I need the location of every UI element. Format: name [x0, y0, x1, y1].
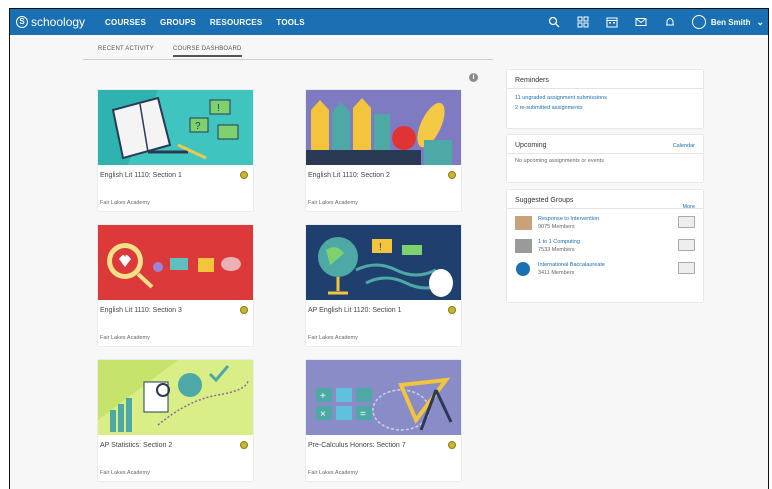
course-image: + × =: [306, 360, 461, 435]
course-card[interactable]: English Lit 1110: Section 2 Fair Lakes A…: [306, 90, 461, 211]
nav-courses[interactable]: COURSES: [105, 18, 146, 27]
svg-text:+: +: [320, 391, 326, 402]
svg-text:!: !: [217, 103, 220, 114]
course-card[interactable]: ! AP English Lit 1120: Section 1 Fair La…: [306, 225, 461, 346]
course-card[interactable]: + × = Pre-Calculus Honors: Section 7 Fai…: [306, 360, 461, 481]
logo-icon: S: [16, 16, 28, 28]
upcoming-empty-text: No upcoming assignments or events: [515, 158, 604, 164]
group-image: [515, 216, 532, 230]
course-card[interactable]: AP Statistics: Section 2 Fair Lakes Acad…: [98, 360, 253, 481]
course-school: Fair Lakes Academy: [308, 335, 358, 341]
course-badge-icon: [448, 306, 456, 314]
course-badge-icon: [240, 441, 248, 449]
nav-groups[interactable]: GROUPS: [160, 18, 196, 27]
course-image: [306, 90, 461, 165]
group-name-link[interactable]: International Baccalaureate: [538, 262, 605, 268]
course-badge-icon: [448, 171, 456, 179]
more-groups-link[interactable]: More: [682, 204, 695, 210]
course-title[interactable]: English Lit 1110: Section 3: [100, 307, 182, 314]
course-image: ? !: [98, 90, 253, 165]
course-image: [98, 360, 253, 435]
course-badge-icon: [240, 306, 248, 314]
reminder-resubmitted-link[interactable]: 2 re-submitted assignments: [507, 103, 703, 113]
course-badge-icon: [448, 441, 456, 449]
header-actions: Ben Smith ⌄: [547, 9, 768, 35]
group-image: [515, 239, 532, 253]
course-badge-icon: [240, 171, 248, 179]
browser-frame: S schoology COURSES GROUPS RESOURCES TOO…: [9, 8, 769, 489]
user-menu[interactable]: Ben Smith ⌄: [691, 15, 764, 29]
top-nav-bar: S schoology COURSES GROUPS RESOURCES TOO…: [10, 9, 768, 35]
reminders-panel: Reminders 11 ungraded assignment submiss…: [507, 70, 703, 128]
group-image: [516, 262, 530, 276]
group-name-link[interactable]: Response to Intervention: [538, 216, 599, 222]
tab-course-dashboard[interactable]: COURSE DASHBOARD: [173, 46, 242, 57]
course-image: !: [306, 225, 461, 300]
reminders-title: Reminders: [507, 70, 703, 89]
upcoming-panel: Upcoming Calendar No upcoming assignment…: [507, 135, 703, 182]
group-item: Response to Intervention 9075 Members: [507, 213, 703, 236]
group-members: 3411 Members: [538, 270, 575, 276]
nav-resources[interactable]: RESOURCES: [210, 18, 262, 27]
group-members: 7533 Members: [538, 247, 575, 253]
reminder-ungraded-link[interactable]: 11 ungraded assignment submissions: [507, 93, 703, 103]
course-school: Fair Lakes Academy: [100, 200, 150, 206]
join-group-button[interactable]: [678, 262, 695, 274]
suggested-groups-panel: Suggested Groups More Response to Interv…: [507, 190, 703, 302]
schoology-logo[interactable]: S schoology: [16, 15, 85, 29]
course-school: Fair Lakes Academy: [308, 470, 358, 476]
search-icon[interactable]: [547, 15, 561, 29]
join-group-button[interactable]: [678, 216, 695, 228]
dashboard-tabs: RECENT ACTIVITY COURSE DASHBOARD: [83, 43, 493, 60]
group-item: 1 to 1 Computing 7533 Members: [507, 236, 703, 259]
course-title[interactable]: AP English Lit 1120: Section 1: [308, 307, 402, 314]
course-title[interactable]: Pre-Calculus Honors: Section 7: [308, 442, 406, 449]
brand-name: schoology: [31, 15, 86, 29]
info-icon[interactable]: i: [469, 73, 478, 82]
course-card[interactable]: ? ! English Lit 1110: Section 1 Fair Lak…: [98, 90, 253, 211]
nav-tools[interactable]: TOOLS: [276, 18, 304, 27]
course-school: Fair Lakes Academy: [100, 335, 150, 341]
calendar-icon[interactable]: [605, 15, 619, 29]
messages-icon[interactable]: [634, 15, 648, 29]
group-members: 9075 Members: [538, 224, 575, 230]
course-school: Fair Lakes Academy: [308, 200, 358, 206]
group-item: International Baccalaureate 3411 Members: [507, 259, 703, 282]
course-title[interactable]: AP Statistics: Section 2: [100, 442, 172, 449]
calendar-link[interactable]: Calendar: [673, 143, 695, 149]
svg-text:=: =: [360, 409, 366, 420]
group-name-link[interactable]: 1 to 1 Computing: [538, 239, 580, 245]
course-school: Fair Lakes Academy: [100, 470, 150, 476]
apps-grid-icon[interactable]: [576, 15, 590, 29]
avatar: [691, 15, 706, 29]
user-name: Ben Smith: [710, 17, 751, 27]
course-title[interactable]: English Lit 1110: Section 2: [308, 172, 390, 179]
course-title[interactable]: English Lit 1110: Section 1: [100, 172, 182, 179]
tab-recent-activity[interactable]: RECENT ACTIVITY: [98, 46, 154, 52]
svg-text:?: ?: [195, 121, 201, 132]
svg-text:×: ×: [320, 409, 326, 420]
main-nav: COURSES GROUPS RESOURCES TOOLS: [105, 18, 305, 27]
suggested-groups-title: Suggested Groups: [507, 190, 703, 209]
course-image: [98, 225, 253, 300]
notifications-icon[interactable]: [663, 15, 677, 29]
join-group-button[interactable]: [678, 239, 695, 251]
course-card[interactable]: English Lit 1110: Section 3 Fair Lakes A…: [98, 225, 253, 346]
svg-text:!: !: [379, 242, 382, 253]
chevron-down-icon: ⌄: [756, 16, 764, 27]
